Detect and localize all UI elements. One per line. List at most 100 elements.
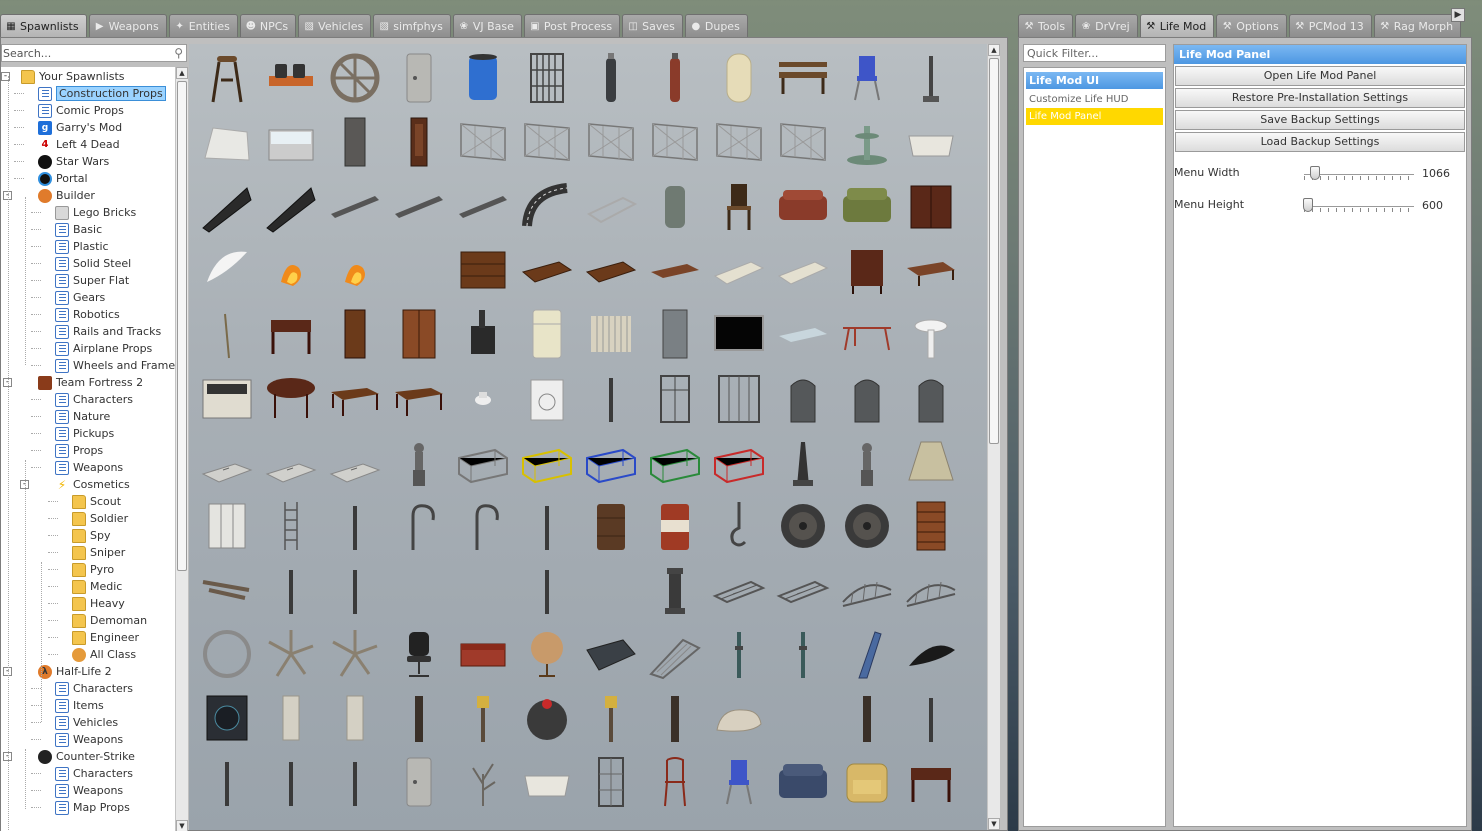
tree-item[interactable]: Demoman bbox=[72, 612, 147, 629]
prop-rack-icon[interactable] bbox=[835, 302, 899, 366]
prop-hook-icon[interactable] bbox=[451, 494, 515, 558]
prop-interior-door-icon[interactable] bbox=[323, 110, 387, 174]
prop-gravestone-flat-icon[interactable] bbox=[195, 430, 259, 494]
prop-wooden-cabinet-icon[interactable] bbox=[899, 174, 963, 238]
prop-cable-spool-icon[interactable] bbox=[771, 494, 835, 558]
tree-item[interactable]: Super Flat bbox=[55, 272, 129, 289]
prop-wood-stove-icon[interactable] bbox=[451, 302, 515, 366]
tree-item[interactable]: Items bbox=[55, 697, 104, 714]
prop-gravestone-icon[interactable] bbox=[835, 366, 899, 430]
prop-metal-locker-icon[interactable] bbox=[643, 302, 707, 366]
tree-item[interactable]: Map Props bbox=[55, 799, 130, 816]
tree-item[interactable]: Comic Props bbox=[38, 102, 124, 119]
prop-tv-screen-icon[interactable] bbox=[707, 302, 771, 366]
tree-item[interactable]: All Class bbox=[72, 646, 136, 663]
tool-item-customize-life-hud[interactable]: Customize Life HUD bbox=[1026, 91, 1163, 108]
prop-table-low-icon[interactable] bbox=[899, 238, 963, 302]
tree-item[interactable]: Airplane Props bbox=[55, 340, 152, 357]
prop-truss-bridge-icon[interactable] bbox=[835, 558, 899, 622]
prop-cage-yellow-icon[interactable] bbox=[515, 430, 579, 494]
tree-scrollbar[interactable]: ▲ ▼ bbox=[175, 67, 188, 831]
prop-statue-icon[interactable] bbox=[387, 430, 451, 494]
tree-item[interactable]: Basic bbox=[55, 221, 102, 238]
props-scroll-thumb[interactable] bbox=[989, 58, 999, 444]
prop-wardrobe-small-icon[interactable] bbox=[835, 238, 899, 302]
prop-post-icon[interactable] bbox=[643, 686, 707, 750]
prop-sign-post-icon[interactable] bbox=[579, 686, 643, 750]
prop-wooden-plank-icon[interactable] bbox=[323, 174, 387, 238]
prop-chainlink-fence-icon[interactable] bbox=[579, 110, 643, 174]
prop-pole-icon[interactable] bbox=[323, 750, 387, 814]
tree-item[interactable]: Team Fortress 2 bbox=[38, 374, 143, 391]
scroll-up-arrow-icon[interactable]: ▲ bbox=[176, 67, 188, 79]
prop-chainlink-fence-icon[interactable] bbox=[643, 110, 707, 174]
tree-item[interactable]: Construction Props bbox=[38, 85, 166, 102]
tab-post-process[interactable]: ▣ Post Process bbox=[523, 14, 621, 37]
tree-item[interactable]: Heavy bbox=[72, 595, 125, 612]
prop-gravestone-flat-icon[interactable] bbox=[323, 430, 387, 494]
prop-board-icon[interactable] bbox=[643, 238, 707, 302]
prop-lamp-post-icon[interactable] bbox=[899, 46, 963, 110]
tree-item[interactable]: Spy bbox=[72, 527, 110, 544]
prop-pipe-icon[interactable] bbox=[707, 622, 771, 686]
prop-oil-drums-icon[interactable] bbox=[259, 46, 323, 110]
prop-cage-green-icon[interactable] bbox=[643, 430, 707, 494]
tree-item[interactable]: Gears bbox=[55, 289, 105, 306]
prop-catwalk-icon[interactable] bbox=[771, 558, 835, 622]
tree-item[interactable]: ⚡ Cosmetics bbox=[55, 476, 130, 493]
tool-tab-options[interactable]: ⚒ Options bbox=[1216, 14, 1287, 37]
prop-fridge-icon[interactable] bbox=[515, 302, 579, 366]
tree-item[interactable]: Medic bbox=[72, 578, 122, 595]
prop-green-couch-icon[interactable] bbox=[835, 174, 899, 238]
prop-desk-icon[interactable] bbox=[259, 302, 323, 366]
prop-dead-tree-icon[interactable] bbox=[451, 750, 515, 814]
prop-sign-post-icon[interactable] bbox=[451, 686, 515, 750]
tree-item[interactable]: Pyro bbox=[72, 561, 114, 578]
prop-rusty-barrel-red-icon[interactable] bbox=[643, 494, 707, 558]
tree-item[interactable]: Soldier bbox=[72, 510, 128, 527]
prop-pole-icon[interactable] bbox=[323, 494, 387, 558]
prop-iron-gate-icon[interactable] bbox=[515, 46, 579, 110]
tree-item[interactable]: Pickups bbox=[55, 425, 114, 442]
prop-desk-icon[interactable] bbox=[899, 750, 963, 814]
tab-weapons[interactable]: ▶ Weapons bbox=[88, 14, 167, 37]
tool-tab-drvrej[interactable]: ❀ DrVrej bbox=[1075, 14, 1138, 37]
prop-blue-barrel-icon[interactable] bbox=[451, 46, 515, 110]
prop-lamp-shade-icon[interactable] bbox=[899, 430, 963, 494]
prop-wooden-plank-icon[interactable] bbox=[451, 174, 515, 238]
prop-chainlink-fence-icon[interactable] bbox=[451, 110, 515, 174]
prop-metal-door-panel-icon[interactable] bbox=[387, 46, 451, 110]
prop-toilet-icon[interactable] bbox=[451, 366, 515, 430]
tab-vj-base[interactable]: ❀ VJ Base bbox=[452, 14, 522, 37]
prop-road-curve-icon[interactable] bbox=[515, 174, 579, 238]
prop-wooden-chair-icon[interactable] bbox=[707, 174, 771, 238]
tree-item[interactable]: Robotics bbox=[55, 306, 120, 323]
tree-item[interactable]: Characters bbox=[55, 765, 133, 782]
tool-tab-pcmod-13[interactable]: ⚒ PCMod 13 bbox=[1288, 14, 1372, 37]
prop-chainlink-fence-icon[interactable] bbox=[707, 110, 771, 174]
prop-globe-icon[interactable] bbox=[515, 622, 579, 686]
quick-filter-input[interactable]: Quick Filter... bbox=[1023, 44, 1166, 62]
tree-item[interactable]: Weapons bbox=[55, 782, 123, 799]
prop-crane-hook-icon[interactable] bbox=[707, 494, 771, 558]
prop-table-icon[interactable] bbox=[323, 366, 387, 430]
search-icon[interactable]: ⚲ bbox=[174, 46, 183, 60]
prop-catwalk-icon[interactable] bbox=[707, 558, 771, 622]
tree-item[interactable]: g Garry's Mod bbox=[38, 119, 122, 136]
prop-mattress-icon[interactable] bbox=[707, 238, 771, 302]
prop-post-icon[interactable] bbox=[835, 686, 899, 750]
prop-ramp-metal-icon[interactable] bbox=[643, 622, 707, 686]
tree-item[interactable]: Solid Steel bbox=[55, 255, 131, 272]
prop-propane-tank-icon[interactable] bbox=[707, 46, 771, 110]
tab-spawnlists[interactable]: ▦ Spawnlists bbox=[0, 14, 87, 37]
tree-item[interactable]: Weapons bbox=[55, 731, 123, 748]
tool-tab-rag-morph[interactable]: ⚒ Rag Morph bbox=[1373, 14, 1462, 37]
tree-scroll-thumb[interactable] bbox=[177, 81, 187, 571]
prop-chainlink-fence-icon[interactable] bbox=[771, 110, 835, 174]
prop-gravestone-icon[interactable] bbox=[899, 366, 963, 430]
tree-item[interactable]: 4 Left 4 Dead bbox=[38, 136, 120, 153]
save-backup-settings-button[interactable]: Save Backup Settings bbox=[1175, 110, 1465, 130]
prop-yellow-armchair-icon[interactable] bbox=[835, 750, 899, 814]
tab-npcs[interactable]: ☻ NPCs bbox=[239, 14, 297, 37]
slider-value[interactable]: 600 bbox=[1422, 199, 1443, 212]
